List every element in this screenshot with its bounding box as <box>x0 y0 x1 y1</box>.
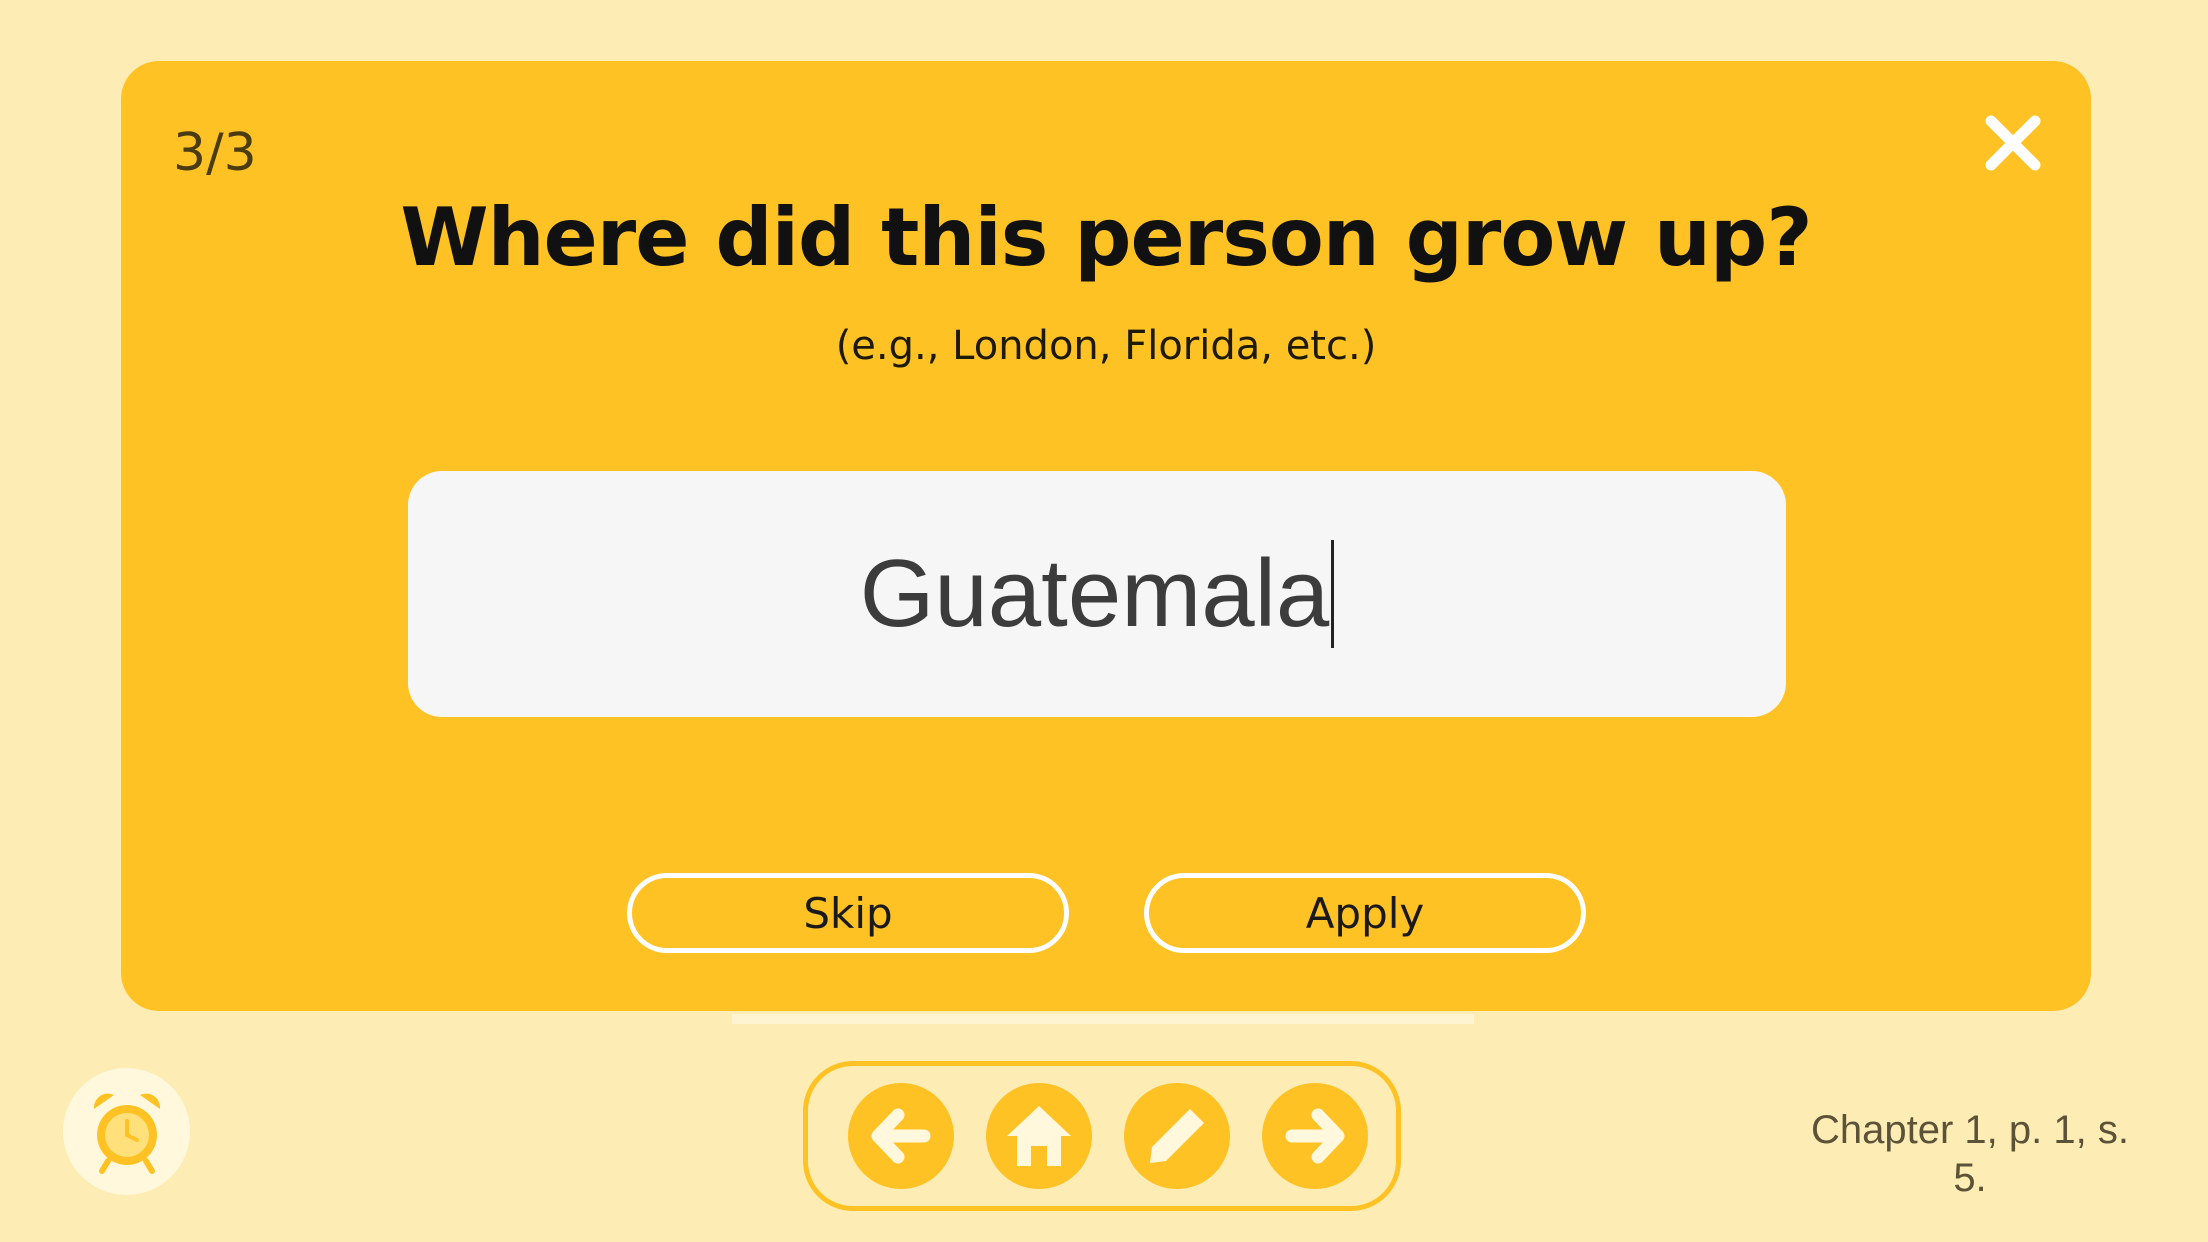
navigation-bar <box>803 1061 1401 1211</box>
alarm-button[interactable] <box>63 1068 190 1195</box>
next-button[interactable] <box>1262 1083 1368 1189</box>
text-caret <box>1331 540 1335 648</box>
question-title: Where did this person grow up? <box>400 191 1812 284</box>
location-indicator: Chapter 1, p. 1, s. 5. <box>1760 1106 2180 1202</box>
home-button[interactable] <box>986 1083 1092 1189</box>
question-dialog: 3/3 Where did this person grow up? (e.g.… <box>121 61 2091 1011</box>
answer-input[interactable]: Guatemala <box>408 471 1786 717</box>
question-hint: (e.g., London, Florida, etc.) <box>835 323 1377 369</box>
edit-button[interactable] <box>1124 1083 1230 1189</box>
alarm-clock-icon <box>93 1093 160 1174</box>
back-button[interactable] <box>848 1083 954 1189</box>
pencil-icon <box>1150 1109 1204 1163</box>
location-line-2: 5. <box>1953 1156 1987 1200</box>
divider <box>732 1014 1474 1024</box>
home-icon <box>1007 1106 1071 1166</box>
question-counter: 3/3 <box>173 123 257 183</box>
arrow-right-icon <box>1285 1108 1345 1164</box>
close-button[interactable] <box>1983 113 2043 173</box>
apply-button[interactable]: Apply <box>1144 873 1586 953</box>
skip-button[interactable]: Skip <box>627 873 1069 953</box>
arrow-left-icon <box>871 1108 931 1164</box>
answer-input-value[interactable]: Guatemala <box>860 539 1330 649</box>
close-icon <box>1985 115 2041 171</box>
location-line-1: Chapter 1, p. 1, s. <box>1811 1108 2129 1152</box>
